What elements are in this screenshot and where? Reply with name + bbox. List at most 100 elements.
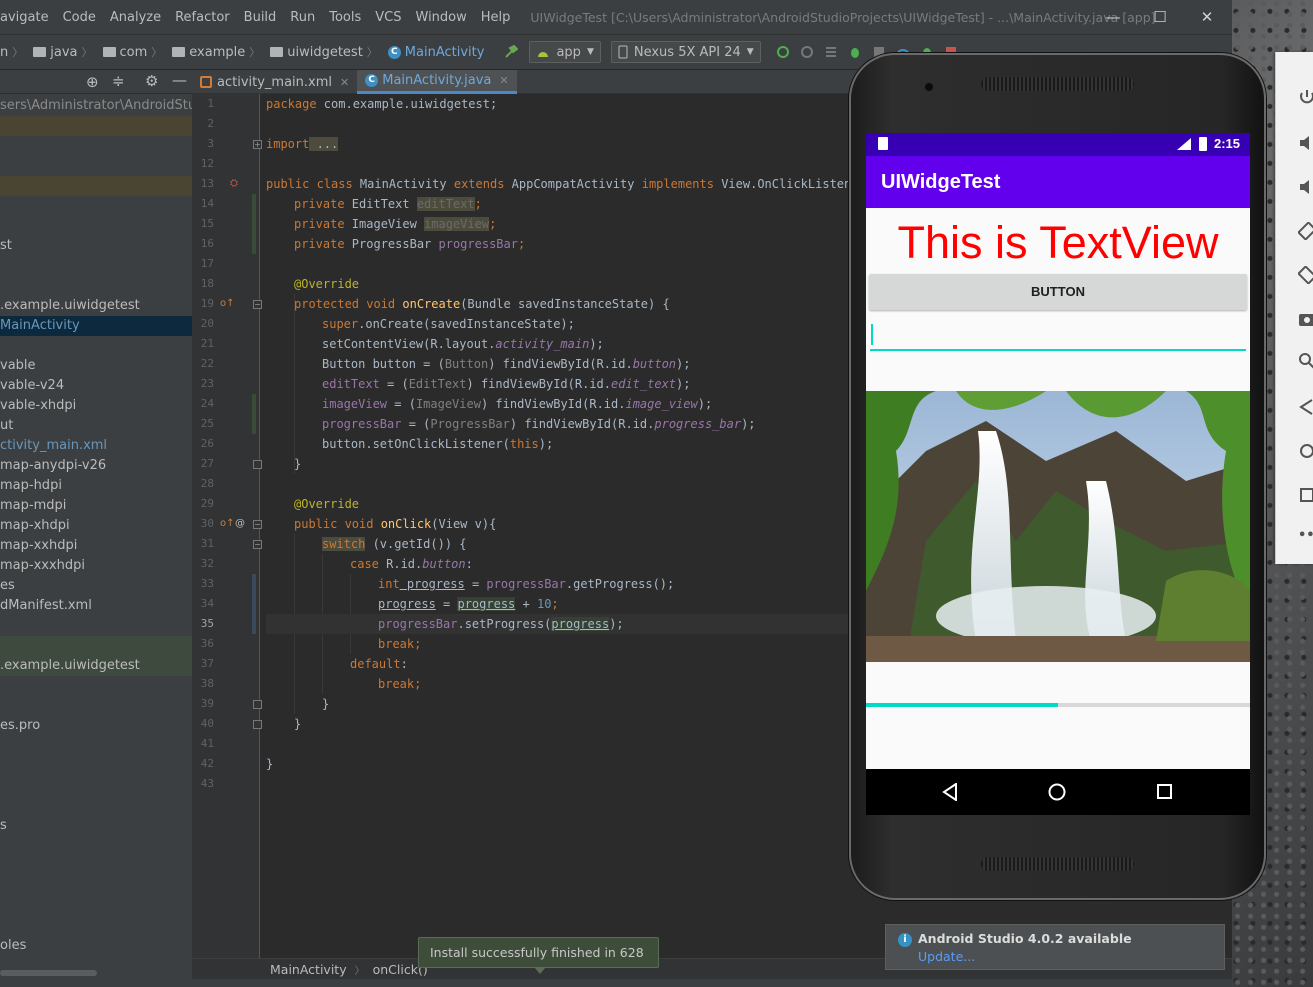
run-config-select[interactable]: app ▼ bbox=[529, 41, 601, 63]
home-icon[interactable] bbox=[1298, 442, 1313, 460]
overview-icon[interactable] bbox=[1298, 486, 1313, 504]
hammer-icon[interactable] bbox=[504, 44, 519, 59]
tree-row[interactable]: dManifest.xml bbox=[0, 596, 192, 616]
menu-navigate[interactable]: avigate bbox=[0, 10, 49, 25]
tree-row[interactable]: vable-xhdpi bbox=[0, 396, 192, 416]
notification-title: Android Studio 4.0.2 available bbox=[918, 931, 1132, 946]
nav-crumb-mainactivity[interactable]: C MainActivity bbox=[387, 45, 484, 60]
maximize-icon[interactable]: ☐ bbox=[1137, 0, 1183, 34]
line-number: 20 bbox=[200, 317, 214, 330]
collapse-icon[interactable]: ≑ bbox=[112, 72, 125, 90]
nav-crumb-com[interactable]: com 〉 bbox=[102, 44, 167, 60]
rotate-left-icon[interactable] bbox=[1297, 221, 1313, 241]
tree-row[interactable]: .example.uiwidgetest bbox=[0, 656, 192, 676]
tree-row[interactable]: st bbox=[0, 236, 192, 256]
tree-row-selected[interactable]: MainActivity bbox=[0, 316, 192, 336]
home-icon[interactable] bbox=[1048, 783, 1066, 805]
override-icon[interactable]: o↑ bbox=[220, 514, 235, 534]
emulator-toolbar: ••• bbox=[1275, 52, 1313, 564]
tree-row[interactable]: map-xhdpi bbox=[0, 516, 192, 536]
override-icon[interactable]: o↑ bbox=[220, 294, 235, 314]
tree-row[interactable] bbox=[0, 116, 192, 136]
apply-code-changes-icon[interactable] bbox=[800, 45, 814, 59]
line-number: 17 bbox=[200, 257, 214, 270]
crumb-label: uiwidgetest bbox=[287, 44, 363, 60]
close-tab-icon[interactable]: ✕ bbox=[340, 76, 349, 89]
menu-code[interactable]: Code bbox=[63, 10, 96, 25]
annotation-icon[interactable]: @ bbox=[235, 514, 245, 534]
nav-crumb-example[interactable]: example 〉 bbox=[172, 44, 264, 60]
edit-text-field[interactable] bbox=[870, 321, 1246, 351]
tree-row[interactable]: map-hdpi bbox=[0, 476, 192, 496]
gear-icon[interactable]: ⚙ bbox=[145, 72, 158, 90]
tree-row[interactable]: vable bbox=[0, 356, 192, 376]
rotate-right-icon[interactable] bbox=[1297, 265, 1313, 285]
code-line: import ... bbox=[266, 134, 339, 154]
list-icon[interactable] bbox=[824, 45, 838, 59]
tree-row[interactable]: es.pro bbox=[0, 716, 192, 736]
tree-row[interactable]: map-xxxhdpi bbox=[0, 556, 192, 576]
nav-crumb-java[interactable]: java 〉 bbox=[33, 44, 96, 60]
breadcrumb-class[interactable]: MainActivity bbox=[270, 962, 347, 977]
tree-row[interactable]: map-anydpi-v26 bbox=[0, 456, 192, 476]
camera-icon[interactable] bbox=[1298, 310, 1313, 328]
tree-row[interactable]: .example.uiwidgetest bbox=[0, 296, 192, 316]
tab-mainactivity-java[interactable]: C MainActivity.java ✕ bbox=[357, 70, 517, 94]
volume-up-icon[interactable] bbox=[1298, 134, 1313, 152]
recents-icon[interactable] bbox=[1157, 784, 1173, 804]
fold-icon[interactable]: − bbox=[253, 520, 262, 529]
debug-icon[interactable] bbox=[848, 45, 862, 59]
crumb-label: example bbox=[189, 44, 246, 60]
tab-activity-main-xml[interactable]: activity_main.xml ✕ bbox=[192, 70, 357, 94]
close-icon[interactable]: ✕ bbox=[1184, 0, 1230, 34]
update-link[interactable]: Update... bbox=[918, 949, 975, 964]
back-icon[interactable] bbox=[1298, 398, 1313, 416]
nav-crumb-uiwidgetest[interactable]: uiwidgetest 〉 bbox=[270, 44, 382, 60]
tree-row[interactable]: vable-v24 bbox=[0, 376, 192, 396]
device-select[interactable]: Nexus 5X API 24 ▼ bbox=[610, 41, 761, 63]
tree-row[interactable]: es bbox=[0, 576, 192, 596]
menu-window[interactable]: Window bbox=[416, 10, 467, 25]
close-tab-icon[interactable]: ✕ bbox=[499, 74, 508, 87]
tree-row[interactable]: s bbox=[0, 816, 192, 836]
fold-icon[interactable]: + bbox=[253, 140, 262, 149]
tree-row[interactable] bbox=[0, 176, 192, 196]
more-icon[interactable]: ••• bbox=[1298, 528, 1313, 546]
tree-row[interactable]: ut bbox=[0, 416, 192, 436]
menu-refactor[interactable]: Refactor bbox=[175, 10, 230, 25]
menu-analyze[interactable]: Analyze bbox=[110, 10, 161, 25]
fold-icon[interactable] bbox=[253, 720, 262, 729]
horizontal-scrollbar[interactable] bbox=[0, 970, 97, 976]
volume-down-icon[interactable] bbox=[1298, 178, 1313, 196]
code-line: progress = progress + 10; bbox=[378, 594, 559, 614]
locate-icon[interactable]: ⊕ bbox=[86, 73, 99, 91]
menu-help[interactable]: Help bbox=[481, 10, 511, 25]
fold-icon[interactable] bbox=[253, 460, 262, 469]
menu-vcs[interactable]: VCS bbox=[375, 10, 401, 25]
power-icon[interactable] bbox=[1298, 88, 1313, 106]
tree-row[interactable]: ctivity_main.xml bbox=[0, 436, 192, 456]
fold-icon[interactable] bbox=[253, 700, 262, 709]
back-icon[interactable] bbox=[942, 782, 958, 805]
fold-icon[interactable]: − bbox=[253, 540, 262, 549]
device-screen[interactable]: 2:15 UIWidgeTest This is TextView BUTTON bbox=[866, 133, 1250, 815]
apply-changes-icon[interactable] bbox=[776, 45, 790, 59]
nav-crumb-n[interactable]: n 〉 bbox=[0, 44, 27, 60]
tree-row[interactable]: map-xxhdpi bbox=[0, 536, 192, 556]
folder-icon bbox=[270, 47, 284, 57]
code-token: ProgressBar bbox=[430, 417, 510, 431]
implements-icon[interactable]: ⛭ bbox=[230, 174, 238, 194]
zoom-icon[interactable] bbox=[1298, 352, 1313, 370]
menu-run[interactable]: Run bbox=[290, 10, 315, 25]
tree-row[interactable]: map-mdpi bbox=[0, 496, 192, 516]
code-line: imageView = (ImageView) findViewById(R.i… bbox=[322, 394, 712, 414]
hide-icon[interactable]: — bbox=[172, 71, 187, 89]
app-button[interactable]: BUTTON bbox=[869, 274, 1247, 310]
menu-build[interactable]: Build bbox=[244, 10, 277, 25]
menu-tools[interactable]: Tools bbox=[329, 10, 361, 25]
tree-row[interactable]: oles bbox=[0, 936, 192, 956]
fold-icon[interactable]: − bbox=[253, 300, 262, 309]
status-time: 2:15 bbox=[1214, 136, 1241, 151]
minimize-icon[interactable]: — bbox=[1090, 0, 1136, 34]
code-token: private bbox=[294, 237, 345, 251]
